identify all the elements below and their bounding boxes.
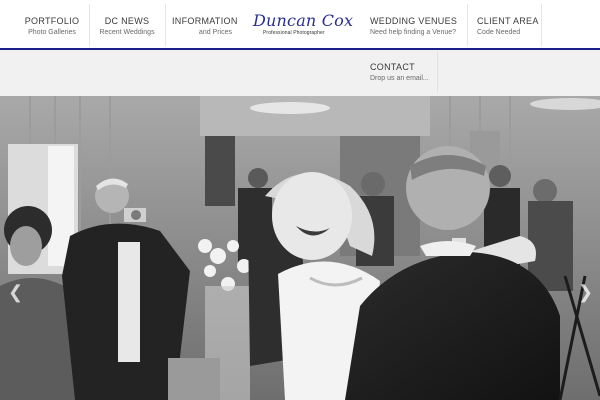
hero-wedding-photo <box>0 96 600 400</box>
nav-client-area-title: CLIENT AREA <box>477 16 539 26</box>
chevron-right-icon[interactable]: ❯ <box>578 282 593 303</box>
top-navigation-bar: PORTFOLIO Photo Galleries DC NEWS Recent… <box>0 0 600 48</box>
nav-dc-news[interactable]: DC NEWS Recent Weddings <box>96 0 158 48</box>
nav-divider <box>165 4 166 46</box>
nav-wedding-venues[interactable]: WEDDING VENUES Need help finding a Venue… <box>370 0 462 48</box>
nav-information-subtitle: and Prices <box>198 29 232 36</box>
nav-information-title: INFORMATION <box>172 16 238 26</box>
nav-divider <box>437 52 438 92</box>
nav-divider <box>467 4 468 46</box>
nav-portfolio[interactable]: PORTFOLIO Photo Galleries <box>22 0 82 48</box>
nav-portfolio-title: PORTFOLIO <box>24 16 80 26</box>
chevron-left-icon[interactable]: ❮ <box>8 282 23 303</box>
nav-dc-news-subtitle: Recent Weddings <box>99 29 155 36</box>
hero-slideshow[interactable]: ❮ ❯ <box>0 96 600 400</box>
nav-wedding-venues-title: WEDDING VENUES <box>370 16 458 26</box>
nav-client-area-subtitle: Code Needed <box>477 29 521 36</box>
nav-dc-news-title: DC NEWS <box>104 16 150 26</box>
nav-client-area[interactable]: CLIENT AREA Code Needed <box>477 0 539 48</box>
nav-divider <box>541 4 542 46</box>
logo-tagline: Professional Photographer <box>263 30 325 36</box>
logo-name: Duncan Cox <box>253 11 354 30</box>
secondary-navigation-bar <box>0 50 600 97</box>
nav-contact-title: CONTACT <box>370 62 415 72</box>
nav-contact[interactable]: CONTACT Drop us an email... <box>370 62 429 84</box>
site-logo[interactable]: Duncan Cox Professional Photographer <box>253 11 354 42</box>
nav-contact-subtitle: Drop us an email... <box>370 75 429 82</box>
nav-divider <box>89 4 90 46</box>
nav-information[interactable]: INFORMATION and Prices <box>172 0 238 48</box>
nav-wedding-venues-subtitle: Need help finding a Venue? <box>370 29 457 36</box>
nav-portfolio-subtitle: Photo Galleries <box>28 29 76 36</box>
